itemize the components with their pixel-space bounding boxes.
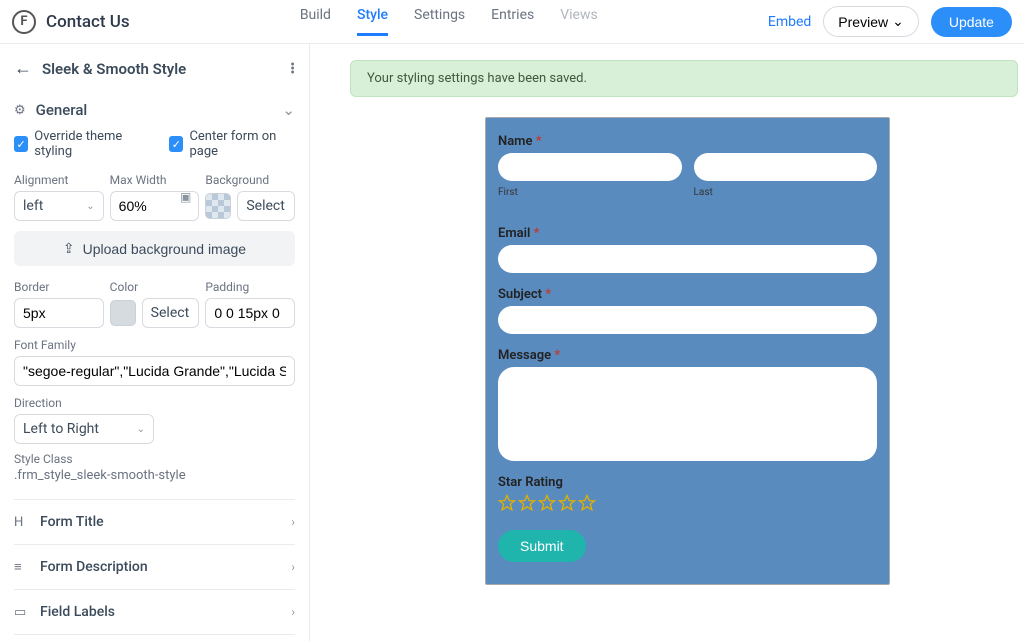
padding-label: Padding xyxy=(205,280,295,294)
direction-value: Left to Right xyxy=(23,421,99,437)
alignment-select[interactable]: left ⌄ xyxy=(14,191,104,221)
direction-label: Direction xyxy=(14,396,295,410)
subject-input[interactable] xyxy=(498,306,877,334)
tab-settings[interactable]: Settings xyxy=(414,7,465,36)
required-icon: * xyxy=(534,226,540,241)
required-icon: * xyxy=(545,287,551,302)
background-select[interactable]: Select xyxy=(237,191,295,221)
submit-button[interactable]: Submit xyxy=(498,530,586,562)
color-value: Select xyxy=(151,305,189,321)
section-form-description[interactable]: ≡ Form Description › xyxy=(14,544,295,589)
name-label: Name xyxy=(498,134,532,149)
email-label: Email xyxy=(498,226,530,241)
star-icon[interactable] xyxy=(498,494,516,512)
background-value: Select xyxy=(246,198,284,214)
last-name-input[interactable] xyxy=(694,153,878,181)
color-swatch[interactable] xyxy=(110,300,136,326)
checkbox-center[interactable]: ✓ xyxy=(169,136,183,152)
fontfamily-input[interactable] xyxy=(14,356,295,386)
preview-button[interactable]: Preview ⌄ xyxy=(823,6,919,37)
background-label: Background xyxy=(205,173,295,187)
section-field-labels[interactable]: ▭ Field Labels › xyxy=(14,589,295,634)
style-name: Sleek & Smooth Style xyxy=(42,60,280,78)
star-icon[interactable] xyxy=(578,494,596,512)
upload-label: Upload background image xyxy=(83,241,246,257)
checkbox-center-label: Center form on page xyxy=(189,129,295,159)
subject-label: Subject xyxy=(498,287,542,302)
chevron-right-icon: › xyxy=(291,560,295,574)
section-label: General xyxy=(36,101,88,119)
styleclass-label: Style Class xyxy=(14,452,295,466)
section-general[interactable]: ⚙ General ⌄ xyxy=(14,95,295,129)
upload-bg-button[interactable]: ⇪ Upload background image xyxy=(14,231,295,266)
message-textarea[interactable] xyxy=(498,367,877,461)
lines-icon: ≡ xyxy=(14,559,30,575)
update-button[interactable]: Update xyxy=(931,7,1012,37)
tab-views: Views xyxy=(560,7,598,36)
alignment-label: Alignment xyxy=(14,173,104,187)
upload-icon: ⇪ xyxy=(63,240,75,257)
border-label: Border xyxy=(14,280,104,294)
kebab-menu[interactable]: ••• xyxy=(290,63,295,75)
padding-input[interactable] xyxy=(205,298,295,328)
color-select[interactable]: Select xyxy=(142,298,200,328)
star-icon[interactable] xyxy=(538,494,556,512)
label-icon: ▭ xyxy=(14,605,30,620)
embed-link[interactable]: Embed xyxy=(768,14,811,30)
message-label: Message xyxy=(498,348,551,363)
alignment-value: left xyxy=(23,198,43,214)
fontfamily-label: Font Family xyxy=(14,338,295,352)
back-arrow-icon[interactable]: ← xyxy=(14,58,32,79)
star-rating-label: Star Rating xyxy=(498,475,877,490)
section-label: Form Title xyxy=(40,514,281,530)
tab-style[interactable]: Style xyxy=(357,7,388,36)
chevron-down-icon: ⌄ xyxy=(137,424,145,435)
page-title: Contact Us xyxy=(46,12,130,32)
first-sublabel: First xyxy=(498,187,682,198)
section-form-title[interactable]: H Form Title › xyxy=(14,499,295,544)
styleclass-value: .frm_style_sleek-smooth-style xyxy=(14,468,295,483)
chevron-right-icon: › xyxy=(291,605,295,619)
section-field-description[interactable]: ⓘ Field Description › xyxy=(14,634,295,641)
form-preview: Name * First Last Email * Subject xyxy=(485,117,890,585)
app-logo: F xyxy=(12,10,36,34)
chevron-down-icon: ⌄ xyxy=(86,201,94,212)
star-icon[interactable] xyxy=(518,494,536,512)
nav-tabs: Build Style Settings Entries Views xyxy=(300,7,598,36)
last-sublabel: Last xyxy=(694,187,878,198)
direction-select[interactable]: Left to Right ⌄ xyxy=(14,414,154,444)
section-label: Field Labels xyxy=(40,604,281,620)
required-icon: * xyxy=(554,348,560,363)
star-icon[interactable] xyxy=(558,494,576,512)
sliders-icon: ⚙ xyxy=(14,103,26,118)
preview-label: Preview xyxy=(838,14,888,30)
tab-build[interactable]: Build xyxy=(300,7,331,36)
heading-icon: H xyxy=(14,515,30,530)
section-label: Form Description xyxy=(40,559,281,575)
chevron-down-icon: ⌄ xyxy=(282,101,295,119)
color-label: Color xyxy=(110,280,200,294)
border-input[interactable] xyxy=(14,298,104,328)
tab-entries[interactable]: Entries xyxy=(491,7,534,36)
checkbox-override-label: Override theme styling xyxy=(34,129,149,159)
checkbox-override[interactable]: ✓ xyxy=(14,136,28,152)
unit-icon[interactable]: ▣ xyxy=(180,190,191,204)
first-name-input[interactable] xyxy=(498,153,682,181)
preview-pane: Your styling settings have been saved. N… xyxy=(310,44,1024,641)
chevron-down-icon: ⌄ xyxy=(892,13,904,30)
saved-banner: Your styling settings have been saved. xyxy=(350,60,1018,97)
chevron-right-icon: › xyxy=(291,515,295,529)
email-input[interactable] xyxy=(498,245,877,273)
background-swatch[interactable] xyxy=(205,193,231,219)
style-sidebar: ← Sleek & Smooth Style ••• ⚙ General ⌄ ✓… xyxy=(0,44,310,641)
maxwidth-label: Max Width xyxy=(110,173,200,187)
required-icon: * xyxy=(536,134,542,149)
